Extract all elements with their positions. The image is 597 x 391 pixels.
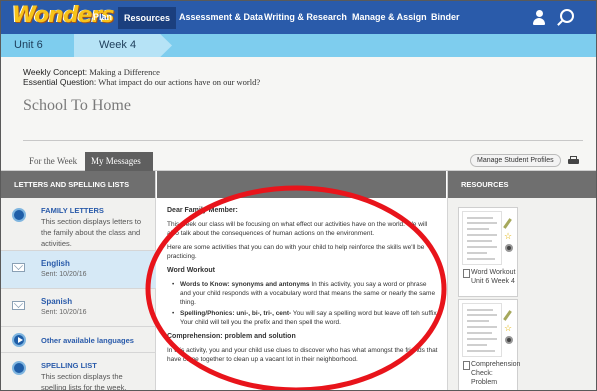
gear-icon[interactable]	[505, 336, 513, 344]
language-sent-date: Sent: 10/20/16	[41, 309, 87, 316]
tabs-row: For the Week My Messages Manage Student …	[1, 149, 596, 171]
divider	[23, 140, 583, 141]
letter-header	[157, 171, 446, 198]
weekly-concept-label: Weekly Concept:	[23, 67, 88, 77]
search-icon[interactable]	[560, 9, 574, 23]
resource-title[interactable]: Word Workout Unit 6 Week 4	[462, 268, 518, 286]
gear-icon[interactable]	[505, 244, 513, 252]
unit-selector[interactable]: Unit 6	[14, 34, 43, 57]
app-window: Wonders Plan Resources Assessment & Data…	[0, 0, 597, 391]
other-languages-link[interactable]: Other available languages	[1, 326, 156, 352]
language-spanish[interactable]: Spanish Sent: 10/20/16	[1, 288, 156, 326]
language-name: Spanish	[41, 297, 73, 306]
resource-thumbnail[interactable]	[462, 211, 502, 265]
user-icon[interactable]	[532, 10, 546, 25]
info-icon	[12, 208, 26, 222]
spelling-list-desc: This section displays the spelling lists…	[41, 372, 127, 391]
weekly-concept-value: Making a Difference	[87, 67, 160, 77]
letter-paragraph: This week our class will be focusing on …	[167, 221, 428, 237]
essential-question: Essential Question: What impact do our a…	[23, 77, 260, 87]
nav-manage-assign[interactable]: Manage & Assign	[352, 1, 427, 34]
nav-plan[interactable]: Plan	[93, 1, 112, 34]
nav-assessment-data[interactable]: Assessment & Data	[179, 1, 263, 34]
letters-spelling-panel: LETTERS AND SPELLING LISTS FAMILY LETTER…	[1, 171, 156, 391]
letter-paragraph: In this activity, you and your child use…	[167, 347, 438, 363]
family-letter: Dear Family Member: This week our class …	[167, 206, 439, 369]
envelope-icon	[12, 263, 25, 272]
family-letters-section: FAMILY LETTERS This section displays let…	[1, 198, 156, 250]
essential-question-label: Essential Question:	[23, 77, 97, 87]
list-item: Words to Know: synonyms and antonyms In …	[172, 280, 439, 307]
page-title: School To Home	[23, 97, 131, 114]
resources-panel: RESOURCES ☆ Word Workout Unit 6 Week 4 ☆…	[447, 171, 596, 390]
play-icon	[12, 333, 26, 347]
resource-thumbnail[interactable]	[462, 303, 502, 357]
letters-spelling-header: LETTERS AND SPELLING LISTS	[1, 171, 155, 198]
resource-title[interactable]: Comprehension Check: Problem	[462, 360, 520, 387]
top-nav: Wonders Plan Resources Assessment & Data…	[1, 1, 596, 34]
language-english[interactable]: English Sent: 10/20/16	[1, 250, 156, 288]
envelope-icon	[12, 301, 25, 310]
letter-panel: Dear Family Member: This week our class …	[157, 171, 446, 390]
nav-resources[interactable]: Resources	[118, 7, 177, 29]
essential-question-value: What impact do our actions have on our w…	[96, 77, 261, 87]
manage-student-profiles-button[interactable]: Manage Student Profiles	[470, 154, 561, 167]
spelling-list-section: SPELLING LIST This section displays the …	[1, 352, 156, 391]
family-letters-title: FAMILY LETTERS	[41, 206, 104, 215]
info-icon	[12, 361, 26, 375]
language-sent-date: Sent: 10/20/16	[41, 271, 87, 278]
tab-for-the-week[interactable]: For the Week	[23, 152, 83, 171]
nav-binder[interactable]: Binder	[431, 1, 460, 34]
week-selector[interactable]: Week 4	[74, 34, 172, 57]
activity-list: Words to Know: synonyms and antonyms In …	[167, 280, 439, 327]
pencil-icon[interactable]	[503, 310, 512, 321]
activity-label: Spelling/Phonics: uni-, bi-, tri-, cent-	[180, 310, 292, 317]
letter-greeting: Dear Family Member:	[167, 207, 238, 214]
nav-writing-research[interactable]: Writing & Research	[264, 1, 347, 34]
other-languages-label[interactable]: Other available languages	[41, 336, 134, 345]
comprehension-heading: Comprehension: problem and solution	[167, 333, 296, 340]
print-icon[interactable]	[568, 156, 579, 165]
word-workout-heading: Word Workout	[167, 267, 215, 274]
unit-bar: Unit 6 Week 4	[1, 34, 596, 57]
resource-card[interactable]: ☆ Comprehension Check: Problem	[458, 299, 520, 390]
family-letters-desc: This section displays letters to the fam…	[41, 217, 142, 248]
activity-label: Words to Know: synonyms and antonyms	[180, 281, 310, 288]
letter-paragraph: Here are some activities that you can do…	[167, 244, 425, 260]
tab-my-messages[interactable]: My Messages	[85, 152, 153, 171]
concept-panel: Weekly Concept: Making a Difference Esse…	[1, 57, 596, 149]
weekly-concept: Weekly Concept: Making a Difference	[23, 67, 160, 77]
list-item: Spelling/Phonics: uni-, bi-, tri-, cent-…	[172, 309, 439, 327]
star-icon[interactable]: ☆	[504, 324, 512, 333]
resources-header: RESOURCES	[448, 171, 596, 198]
spelling-list-title: SPELLING LIST	[41, 361, 97, 370]
star-icon[interactable]: ☆	[504, 232, 512, 241]
pencil-icon[interactable]	[503, 218, 512, 229]
resource-card[interactable]: ☆ Word Workout Unit 6 Week 4	[458, 207, 518, 297]
language-name: English	[41, 259, 70, 268]
